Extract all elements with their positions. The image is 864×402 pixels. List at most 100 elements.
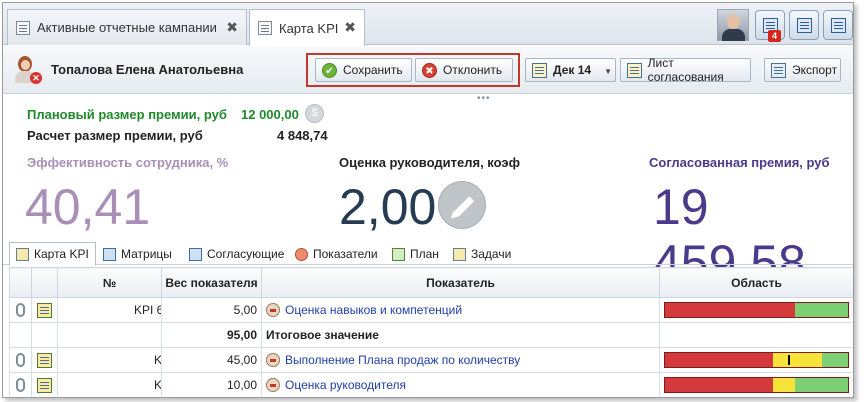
total-weight: 95,00: [161, 322, 262, 348]
employee-avatar: ✕: [13, 54, 42, 84]
gauge-icon: [295, 247, 308, 261]
efficiency-label: Эффективность сотрудника, %: [27, 155, 229, 170]
planned-bonus-label: Плановый размер премии, руб: [27, 107, 227, 122]
subtab-plan[interactable]: План: [392, 243, 439, 265]
close-icon[interactable]: ✖: [344, 19, 356, 36]
summary-panel: Плановый размер премии, руб 12 000,00 $ …: [3, 95, 853, 291]
app-window: Активные отчетные кампании ✖ Карта KPI ✖…: [2, 2, 854, 398]
tab-kpi-card[interactable]: Карта KPI ✖: [249, 9, 365, 46]
plan-icon: [392, 247, 405, 261]
kpi-card-icon[interactable]: [37, 352, 52, 368]
status-x-icon: ✕: [30, 72, 42, 84]
subtab-approvers[interactable]: Согласующие: [189, 243, 284, 265]
reject-label: Отклонить: [443, 63, 503, 77]
subtab-label: План: [410, 247, 439, 261]
chevron-down-icon: ▼: [604, 67, 612, 76]
kpi-indicator-icon: [266, 378, 280, 393]
card-column-header: [31, 267, 58, 298]
table-row[interactable]: KPI 6 5,00 Оценка навыков и компетенций: [9, 297, 853, 323]
close-icon[interactable]: ✖: [226, 19, 238, 36]
kpi-indicator-icon: [266, 303, 280, 318]
export-label: Экспорт: [792, 63, 838, 77]
reports-button[interactable]: [823, 10, 853, 40]
kpi-number: KPI 2: [57, 372, 162, 397]
people-icon: [189, 247, 202, 261]
employee-name: Топалова Елена Анатольевна: [51, 62, 244, 77]
area-red-segment: [665, 353, 773, 367]
table-row[interactable]: KPI 1 45,00 Выполнение Плана продаж по к…: [9, 347, 853, 373]
subtab-kpi-card[interactable]: Карта KPI: [9, 242, 96, 266]
kpi-number: KPI 6: [57, 297, 162, 323]
area-column-header[interactable]: Область: [659, 267, 853, 298]
kpi-indicator-link[interactable]: Оценка навыков и компетенций: [285, 303, 462, 317]
table-row[interactable]: KPI 2 10,00 Оценка руководителя: [9, 372, 853, 397]
cross-icon: ✖: [422, 62, 437, 78]
manager-rating-label: Оценка руководителя, коэф: [339, 155, 520, 170]
calendar-icon: [532, 62, 547, 78]
grid-view-button[interactable]: [789, 10, 819, 40]
approval-sheet-label: Лист согласования: [647, 56, 724, 84]
table-header-row: № Вес показателя Показатель Область: [9, 267, 853, 298]
calc-bonus-value: 4 848,74: [277, 128, 328, 143]
kpi-indicator-link[interactable]: Оценка руководителя: [285, 378, 406, 392]
edit-pencil-icon[interactable]: [438, 181, 486, 229]
attach-column-header: [9, 267, 32, 298]
area-green-segment: [822, 353, 848, 367]
kpi-weight: 45,00: [161, 347, 262, 373]
kpi-table: № Вес показателя Показатель Область KPI …: [9, 267, 853, 397]
subtab-label: Показатели: [313, 247, 378, 261]
kpi-weight: 10,00: [161, 372, 262, 397]
area-green-segment: [794, 378, 848, 392]
kpi-area-bar: [664, 302, 849, 318]
kpi-card-icon[interactable]: [37, 302, 52, 318]
kpi-card-icon[interactable]: [37, 377, 52, 393]
kpi-number: [57, 322, 162, 348]
paperclip-icon[interactable]: [16, 303, 25, 318]
kpi-weight: 5,00: [161, 297, 262, 323]
save-button[interactable]: ✔ Сохранить: [315, 58, 412, 82]
subtab-indicators[interactable]: Показатели: [295, 243, 378, 265]
calc-bonus-label: Расчет размер премии, руб: [27, 128, 203, 143]
agreed-bonus-label: Согласованная премия, руб: [649, 155, 830, 170]
area-red-segment: [665, 303, 795, 317]
kpi-card-icon: [16, 247, 29, 261]
sheet-icon: [627, 62, 642, 78]
matrix-icon: [103, 247, 116, 261]
reject-button[interactable]: ✖ Отклонить: [415, 58, 513, 82]
period-label: Дек 14: [553, 63, 592, 77]
kpi-area-bar: [664, 377, 849, 393]
kpi-number: KPI 1: [57, 347, 162, 373]
tab-label: Карта KPI: [279, 20, 339, 36]
grid-icon: [797, 18, 812, 33]
subtab-label: Карта KPI: [34, 247, 89, 261]
document-list-icon: [258, 21, 272, 35]
subtab-matrices[interactable]: Матрицы: [103, 243, 172, 265]
subtab-label: Матрицы: [121, 247, 172, 261]
notification-badge: 4: [768, 30, 781, 42]
paperclip-icon[interactable]: [16, 353, 25, 368]
export-icon: [771, 62, 786, 78]
subtab-tasks[interactable]: Задачи: [453, 243, 511, 265]
period-dropdown[interactable]: Дек 14 ▼: [525, 58, 616, 82]
tab-active-campaigns[interactable]: Активные отчетные кампании ✖: [7, 9, 247, 45]
indicator-column-header[interactable]: Показатель: [261, 267, 660, 298]
paperclip-icon[interactable]: [16, 378, 25, 393]
export-button[interactable]: Экспорт: [764, 58, 841, 82]
current-user-avatar[interactable]: [717, 9, 749, 41]
tab-label: Активные отчетные кампании: [37, 20, 217, 35]
area-red-segment: [665, 378, 773, 392]
check-icon: ✔: [322, 62, 337, 78]
efficiency-value: 40,41: [25, 179, 151, 235]
weight-column-header[interactable]: Вес показателя: [161, 267, 262, 298]
total-label: Итоговое значение: [261, 322, 660, 348]
currency-icon[interactable]: $: [305, 104, 324, 123]
area-green-segment: [794, 303, 848, 317]
approval-sheet-button[interactable]: Лист согласования: [620, 56, 751, 84]
kpi-indicator-link[interactable]: Выполнение Плана продаж по количеству: [285, 353, 520, 367]
save-label: Сохранить: [343, 63, 403, 77]
toolbar: ✕ Топалова Елена Анатольевна ✔ Сохранить…: [3, 46, 853, 94]
tab-strip: Активные отчетные кампании ✖ Карта KPI ✖…: [3, 3, 853, 46]
number-column-header[interactable]: №: [57, 267, 162, 298]
table-row-total: 95,00 Итоговое значение: [9, 322, 853, 348]
kpi-area-bar: [664, 352, 849, 368]
